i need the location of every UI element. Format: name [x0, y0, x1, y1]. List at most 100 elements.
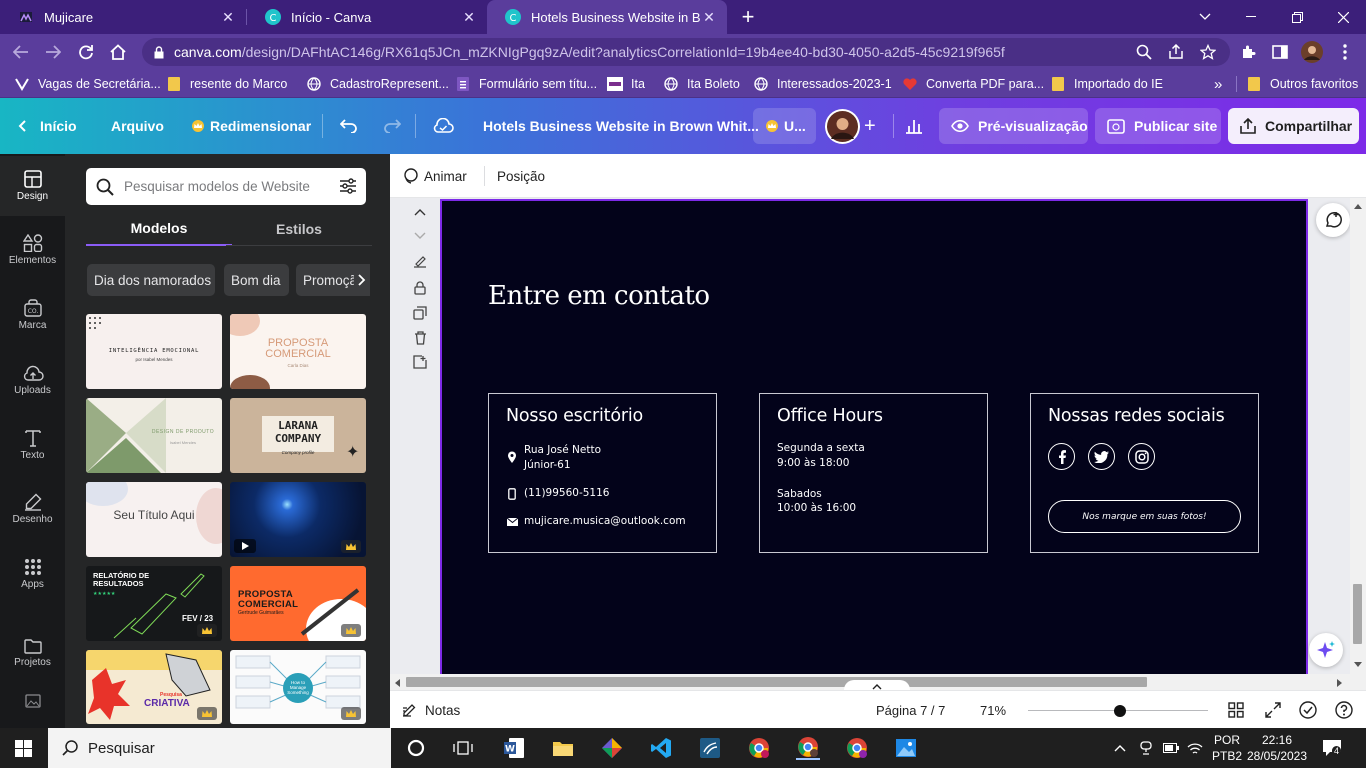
fullscreen-icon[interactable] [1265, 702, 1281, 718]
extensions-puzzle-icon[interactable] [1237, 41, 1259, 63]
keyboard-language[interactable]: POR PTB2 [1212, 728, 1242, 768]
contact-heading[interactable]: Entre em contato [488, 281, 710, 311]
reload-icon[interactable] [75, 41, 97, 63]
template-thumbnail[interactable]: Seu Título Aqui [86, 482, 222, 557]
rail-elements[interactable]: Elementos [0, 220, 65, 280]
cortana-circle-icon[interactable] [404, 736, 428, 760]
vertical-scrollbar[interactable] [1350, 198, 1366, 674]
chrome-profile-2-icon[interactable] [796, 736, 820, 760]
chips-next-chevron-icon[interactable] [354, 264, 370, 296]
document-title[interactable]: Hotels Business Website in Brown Whit... [483, 98, 759, 154]
zoom-percentage[interactable]: 71% [980, 691, 1006, 729]
upgrade-button[interactable]: U... [753, 108, 816, 144]
delete-page-icon[interactable] [412, 330, 428, 346]
mysql-workbench-icon[interactable] [698, 736, 722, 760]
bookmark-star-icon[interactable] [1197, 41, 1219, 63]
twitter-icon[interactable] [1088, 443, 1115, 470]
chip-valentines[interactable]: Dia dos namorados [87, 264, 215, 296]
new-tab-button[interactable]: + [734, 0, 762, 34]
template-thumbnail[interactable]: DESIGN DE PRODUTO Isabel Mendes [86, 398, 222, 473]
file-menu-button[interactable]: Arquivo [111, 98, 164, 154]
browser-tab-inicio-canva[interactable]: C Início - Canva ✕ [247, 0, 487, 34]
redo-icon[interactable] [383, 98, 401, 154]
publish-site-button[interactable]: Publicar site [1095, 108, 1221, 144]
bookmarks-overflow-button[interactable]: » [1214, 70, 1222, 98]
tab-search-chevron-icon[interactable] [1182, 0, 1228, 34]
scroll-right-arrow-icon[interactable] [1337, 679, 1342, 687]
hours-card[interactable]: Office Hours Segunda a sexta 9:00 às 18:… [759, 393, 988, 553]
notifications-icon[interactable]: 4 [1322, 728, 1342, 768]
restore-button[interactable] [1274, 0, 1320, 34]
browser-tab-hotels-business[interactable]: C Hotels Business Website in Brown ✕ [487, 0, 727, 34]
scroll-down-arrow-icon[interactable] [1354, 662, 1362, 667]
close-window-button[interactable] [1320, 0, 1366, 34]
bookmark-item[interactable]: Interessados-2023-1 [753, 70, 892, 98]
rail-brand[interactable]: CO. Marca [0, 285, 65, 345]
bookmark-item[interactable]: Ita Boleto [663, 70, 740, 98]
preview-button[interactable]: Pré-visualização [939, 108, 1088, 144]
chip-good-morning[interactable]: Bom dia [224, 264, 289, 296]
add-collaborator-icon[interactable]: + [864, 98, 876, 154]
template-search-input[interactable]: Pesquisar modelos de Website [86, 168, 366, 205]
notes-button[interactable]: Notas [402, 691, 460, 729]
template-thumbnail[interactable]: Pesquisa CRIATIVA [86, 650, 222, 724]
horizontal-scroll-thumb[interactable] [406, 677, 1147, 687]
zoom-slider-handle[interactable] [1113, 705, 1126, 717]
lock-page-icon[interactable] [412, 280, 428, 296]
vscode-icon[interactable] [649, 736, 673, 760]
rail-apps[interactable]: Apps [0, 544, 65, 604]
tag-us-button[interactable]: Nos marque em suas fotos! [1048, 500, 1241, 533]
bookmark-item[interactable]: Ita [607, 70, 645, 98]
template-video-thumbnail[interactable] [230, 482, 366, 557]
bookmark-item[interactable]: resente do Marco [166, 70, 287, 98]
system-clock[interactable]: 22:16 28/05/2023 [1247, 728, 1307, 768]
forward-arrow-icon[interactable] [42, 41, 64, 63]
template-thumbnail[interactable]: INTELIGÊNCIA EMOCIONAL por Isabel Mendes [86, 314, 222, 389]
page-down-chevron-icon[interactable] [412, 228, 428, 244]
design-page[interactable]: Entre em contato Nosso escritório Rua Jo… [440, 199, 1308, 674]
template-thumbnail[interactable]: PROPOSTA COMERCIAL Carla Dias [230, 314, 366, 389]
home-button[interactable]: Início [18, 98, 77, 154]
template-thumbnail[interactable]: RELATÓRIO DE RESULTADOS ★★★★★ FEV / 23 [86, 566, 222, 641]
rail-design[interactable]: Design [0, 156, 65, 216]
tray-chevron-up-icon[interactable] [1114, 728, 1126, 768]
template-thumbnail[interactable]: How to Manage Something [230, 650, 366, 724]
template-thumbnail[interactable]: PROPOSTA COMERCIAL Gertrude Guimarães [230, 566, 366, 641]
add-page-icon[interactable] [412, 354, 428, 370]
chrome-profile-1-icon[interactable] [747, 736, 771, 760]
rail-projects[interactable]: Projetos [0, 623, 65, 683]
rail-draw[interactable]: Desenho [0, 479, 65, 539]
back-arrow-icon[interactable] [10, 41, 32, 63]
file-explorer-icon[interactable] [551, 736, 575, 760]
browser-tab-mujicare[interactable]: Mujicare ✕ [0, 0, 246, 34]
undo-icon[interactable] [340, 98, 358, 154]
filter-sliders-icon[interactable] [339, 178, 357, 194]
tray-meet-icon[interactable] [1139, 728, 1153, 768]
insights-chart-icon[interactable] [905, 98, 923, 154]
bookmark-item[interactable]: CadastroRepresent... [306, 70, 449, 98]
tray-wifi-icon[interactable] [1187, 728, 1203, 768]
check-circle-icon[interactable] [1299, 701, 1317, 719]
animate-button[interactable]: Animar [402, 154, 467, 198]
rail-text[interactable]: Texto [0, 415, 65, 475]
resize-button[interactable]: Redimensionar [191, 98, 311, 154]
word-app-icon[interactable]: W [502, 736, 526, 760]
page-up-chevron-icon[interactable] [412, 204, 428, 220]
colorful-app-icon[interactable] [600, 736, 624, 760]
page-indicator[interactable]: Página 7 / 7 [876, 691, 945, 729]
bookmark-item[interactable]: Formulário sem títu... [455, 70, 597, 98]
help-icon[interactable] [1335, 701, 1353, 719]
scroll-up-arrow-icon[interactable] [1354, 204, 1362, 209]
facebook-icon[interactable] [1048, 443, 1075, 470]
task-view-icon[interactable] [451, 736, 475, 760]
bookmark-item[interactable]: Importado do IE [1050, 70, 1163, 98]
close-tab-icon[interactable]: ✕ [701, 9, 717, 26]
instagram-icon[interactable] [1128, 443, 1155, 470]
tab-styles[interactable]: Estilos [226, 212, 372, 246]
windows-start-icon[interactable] [15, 740, 32, 757]
magic-assistant-icon[interactable] [1309, 633, 1343, 667]
edit-page-title-icon[interactable] [412, 254, 428, 270]
add-comment-icon[interactable] [1316, 203, 1350, 237]
taskbar-search-input[interactable]: Pesquisar [48, 728, 391, 768]
rail-uploads[interactable]: Uploads [0, 350, 65, 410]
